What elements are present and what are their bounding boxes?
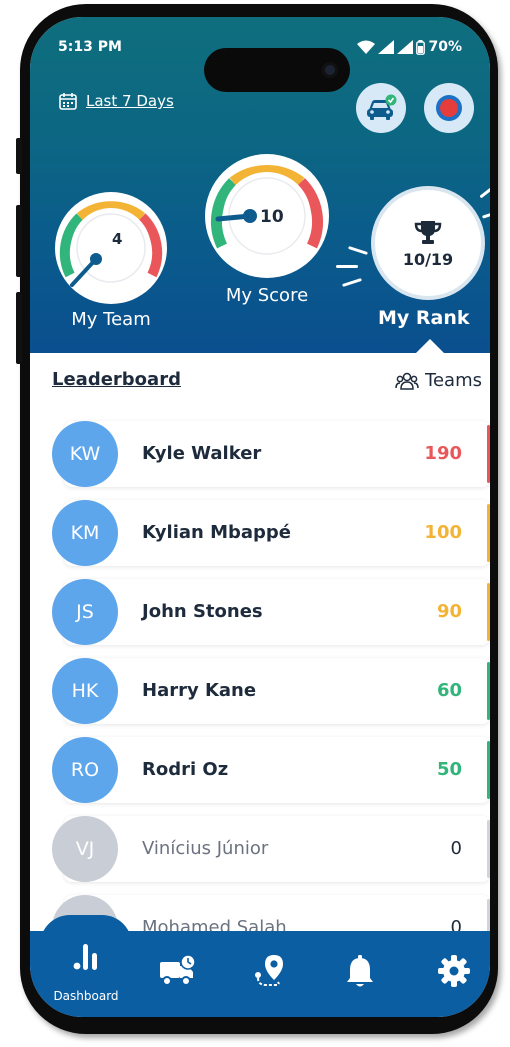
my-score-dial: 10 [205, 154, 329, 278]
player-name: Kyle Walker [142, 443, 262, 464]
player-name: Kylian Mbappé [142, 522, 292, 543]
gear-icon [438, 955, 470, 987]
side-button [16, 292, 22, 364]
nav-item-settings[interactable] [434, 951, 474, 991]
app-screen: 5:13 PM 70% Last 7 Days 4 My Team 10 My … [30, 17, 490, 1017]
nav-item-route[interactable] [250, 951, 290, 991]
record-icon [436, 95, 462, 121]
battery-icon [416, 39, 426, 55]
avatar: RO [52, 737, 118, 803]
bell-icon [347, 955, 373, 987]
score-indicator-bar [487, 583, 490, 641]
leaderboard-row[interactable]: KM Kylian Mbappé 100 [52, 500, 490, 566]
teams-label: Teams [425, 370, 482, 391]
bottom-nav: Dashboard [30, 915, 490, 1017]
battery-percent: 70% [428, 39, 462, 55]
leaderboard-row[interactable]: KW Kyle Walker 190 [52, 421, 490, 487]
avatar: KW [52, 421, 118, 487]
my-team-value: 4 [112, 230, 122, 248]
score-indicator-bar [487, 820, 490, 878]
player-score: 190 [424, 443, 462, 464]
rank-ray [481, 210, 490, 219]
avatar: JS [52, 579, 118, 645]
car-check-icon [367, 94, 397, 120]
score-indicator-bar [487, 504, 490, 562]
leaderboard-panel: Leaderboard Teams KW Kyle Walker 190 KM Kyli… [30, 353, 490, 961]
side-button [16, 205, 22, 277]
route-pin-icon [255, 955, 283, 986]
record-button[interactable] [424, 83, 474, 133]
my-team-gauge[interactable]: 4 My Team [52, 189, 170, 330]
status-time: 5:13 PM [58, 39, 122, 55]
avatar: KM [52, 500, 118, 566]
vehicle-check-button[interactable] [356, 83, 406, 133]
status-icons: 70% [357, 39, 462, 55]
wifi-icon [357, 40, 376, 54]
leaderboard-row[interactable]: VJ Vinícius Júnior 0 [52, 816, 490, 882]
nav-label-dashboard: Dashboard [53, 989, 119, 1003]
leaderboard-row[interactable]: RO Rodri Oz 50 [52, 737, 490, 803]
player-score: 90 [436, 601, 462, 622]
player-name: Rodri Oz [142, 759, 229, 780]
leaderboard-title[interactable]: Leaderboard [52, 369, 181, 390]
nav-item-dashboard[interactable]: Dashboard [40, 915, 132, 1017]
bar-chart-icon [73, 944, 97, 970]
dashboard-header: 5:13 PM 70% Last 7 Days 4 My Team 10 My … [30, 17, 490, 353]
my-score-value: 10 [260, 207, 284, 227]
calendar-icon [59, 93, 77, 110]
my-rank-value: 10/19 [402, 249, 454, 269]
my-rank-label[interactable]: My Rank [378, 307, 470, 329]
my-team-dial: 4 [55, 192, 167, 304]
truck-clock-icon [160, 954, 196, 986]
player-score: 60 [436, 680, 462, 701]
trophy-icon [414, 220, 442, 244]
nav-icon-wrap [66, 937, 106, 977]
my-score-label: My Score [225, 285, 309, 306]
nav-item-trips[interactable] [158, 951, 198, 991]
player-name: John Stones [142, 601, 263, 622]
nav-item-notifications[interactable] [340, 951, 380, 991]
selected-tab-caret [416, 339, 444, 353]
my-rank-badge[interactable]: 10/19 [375, 190, 481, 296]
date-range-label[interactable]: Last 7 Days [86, 92, 174, 110]
player-name: Harry Kane [142, 680, 257, 701]
signal-icon [397, 40, 414, 54]
player-score: 100 [424, 522, 462, 543]
teams-button[interactable]: Teams [395, 370, 482, 391]
player-name: Vinícius Júnior [142, 838, 269, 859]
leaderboard-row[interactable]: HK Harry Kane 60 [52, 658, 490, 724]
rank-ray [348, 245, 368, 256]
score-indicator-bar [487, 662, 490, 720]
dynamic-island [204, 48, 350, 92]
my-score-gauge[interactable]: 10 My Score [202, 151, 332, 306]
score-indicator-bar [487, 741, 490, 799]
camera-icon [322, 62, 338, 78]
leaderboard-row[interactable]: JS John Stones 90 [52, 579, 490, 645]
signal-icon [378, 40, 395, 54]
avatar: HK [52, 658, 118, 724]
rank-ray [342, 277, 362, 288]
date-range-selector[interactable]: Last 7 Days [58, 91, 174, 111]
side-button [16, 138, 22, 174]
my-team-label: My Team [71, 309, 151, 330]
rank-ray [479, 182, 490, 199]
rank-ray [336, 265, 358, 268]
player-score: 0 [450, 838, 462, 859]
score-indicator-bar [487, 425, 490, 483]
group-icon [395, 372, 419, 390]
avatar: VJ [52, 816, 118, 882]
player-score: 50 [436, 759, 462, 780]
